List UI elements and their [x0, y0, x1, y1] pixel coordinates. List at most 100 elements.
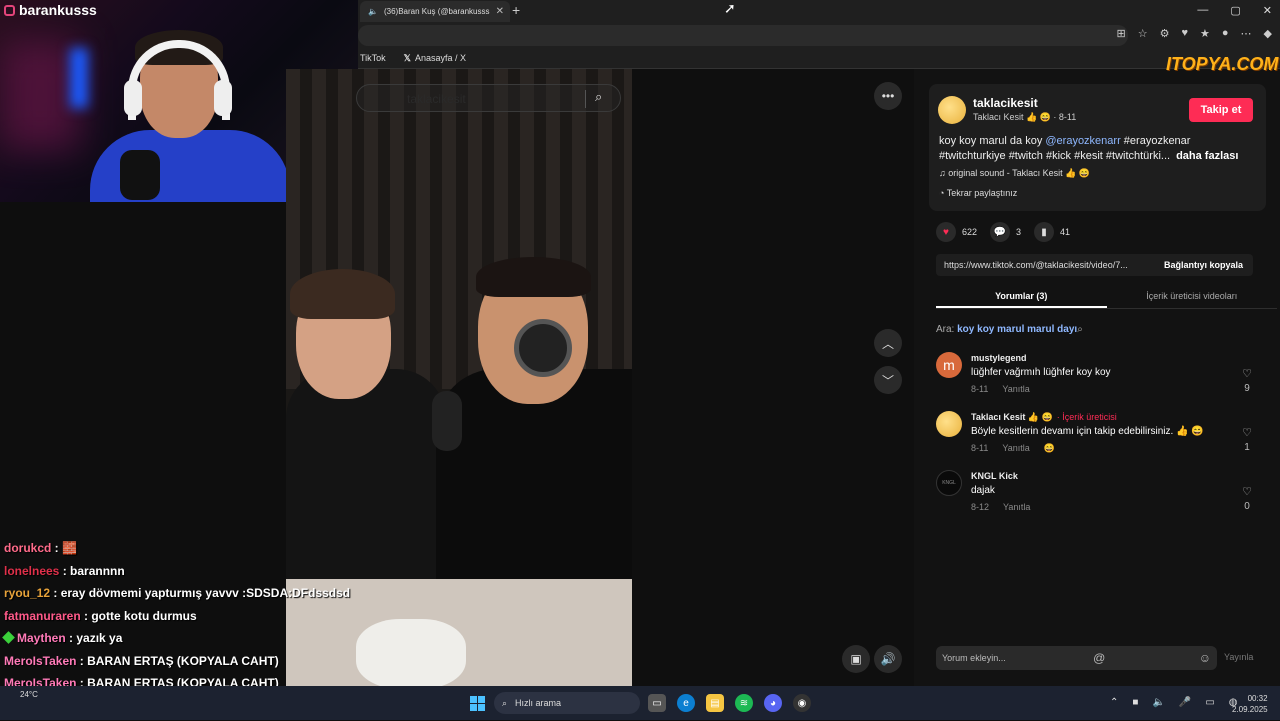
bookmark-x[interactable]: 𝕏Anasayfa / X — [404, 53, 466, 64]
edge-icon[interactable]: e — [677, 694, 695, 712]
streamer-name: barankusss — [4, 2, 97, 18]
comment-text: lüğhfer vağrmıh lüğhfer koy koy — [971, 367, 1111, 378]
next-video-button[interactable]: ﹀ — [874, 366, 902, 394]
reply-button[interactable]: Yanıtla — [1003, 502, 1030, 512]
reply-button[interactable]: Yanıtla — [1002, 443, 1029, 453]
commenter-name[interactable]: Taklacı Kesit 👍 😄· İçerik üreticisi — [971, 412, 1117, 423]
creator-liked-icon: 😄 — [1044, 443, 1055, 453]
related-search[interactable]: Ara: koy koy marul marul dayı⌕ — [936, 324, 1083, 335]
previous-video-button[interactable]: ︿ — [874, 329, 902, 357]
more-options-button[interactable]: ••• — [874, 82, 902, 110]
favorites-icon[interactable]: ★ — [1200, 27, 1210, 40]
sound-link[interactable]: ♫ original sound - Taklacı Kesit 👍 😄 — [939, 168, 1090, 179]
favorite-star-icon[interactable]: ☆ — [1138, 27, 1148, 40]
extensions-icon[interactable]: ⚙ — [1160, 27, 1170, 40]
spotify-icon[interactable]: ≋ — [735, 694, 753, 712]
nvidia-icon[interactable]: ■ — [1132, 697, 1138, 708]
tray-expand-icon[interactable]: ⌃ — [1110, 697, 1118, 708]
chat-username[interactable]: lonelnees — [4, 564, 59, 578]
comment-like-icon[interactable]: ♡ — [1240, 426, 1254, 439]
weather-widget[interactable]: 24°C — [20, 690, 38, 699]
chat-text: : yazık ya — [66, 631, 123, 645]
search-input[interactable]: taklacikesit — [407, 92, 466, 106]
reply-button[interactable]: Yanıtla — [1002, 384, 1029, 394]
chat-message: MeroIsTaken : BARAN ERTAŞ (KOPYALA CAHT) — [4, 654, 364, 677]
browser-tab[interactable]: 🔈 (36)Baran Kuş (@barankusss ✕ — [360, 1, 510, 22]
comment-button[interactable]: 💬3 — [990, 222, 1021, 242]
chat-badge-icon — [2, 631, 15, 644]
like-button[interactable]: ♥622 — [936, 222, 977, 242]
bookmarks-bar: TikTok 𝕏Anasayfa / X — [358, 48, 1280, 69]
copilot-icon[interactable]: ◆ — [1264, 27, 1272, 40]
browser-essentials-icon[interactable]: ♥ — [1181, 27, 1188, 40]
discord-icon[interactable]: ◕ — [764, 694, 782, 712]
save-button[interactable]: ▮41 — [1034, 222, 1070, 242]
windows-taskbar — [0, 686, 1280, 720]
commenter-avatar[interactable] — [936, 411, 962, 437]
minimize-button[interactable]: — — [1197, 4, 1208, 17]
comment-input[interactable]: Yorum ekleyin... @ ☺ — [936, 646, 1217, 670]
video-caption: koy koy marul da koy @erayozkenarr #eray… — [939, 134, 1259, 164]
commenter-name[interactable]: mustylegend — [971, 353, 1027, 363]
repost-icon: ◔ — [939, 188, 947, 198]
more-menu-icon[interactable]: ⋯ — [1241, 27, 1252, 40]
post-comment-button[interactable]: Yayınla — [1224, 652, 1253, 662]
obs-icon[interactable]: ◉ — [793, 694, 811, 712]
show-more-link[interactable]: daha fazlası — [1176, 150, 1238, 162]
chat-username[interactable]: dorukcd — [4, 541, 51, 555]
start-button[interactable] — [470, 696, 485, 711]
tab-comments[interactable]: Yorumlar (3) — [936, 285, 1107, 308]
display-icon[interactable]: ▭ — [1205, 697, 1214, 708]
comment-like-count: 0 — [1240, 501, 1254, 512]
file-explorer-icon[interactable]: ▤ — [706, 694, 724, 712]
chat-username[interactable]: MeroIsTaken — [4, 654, 76, 668]
commenter-avatar[interactable]: KNGL — [936, 470, 962, 496]
chat-username[interactable]: ryou_12 — [4, 586, 50, 600]
search-icon[interactable]: ⌕ — [595, 89, 602, 105]
chat-text: : eray dövmemi yapturmış yavvv :SDSDA:DF… — [50, 586, 350, 600]
task-view-icon[interactable]: ▭ — [648, 694, 666, 712]
emoji-icon[interactable]: ☺ — [1199, 651, 1211, 665]
picture-in-picture-button[interactable]: ▣ — [842, 645, 870, 673]
comment-meta: 8-11Yanıtla — [971, 384, 1030, 394]
chat-text: : BARAN ERTAŞ (KOPYALA CAHT) — [76, 654, 278, 668]
microphone — [120, 150, 160, 200]
taskbar-search[interactable]: ⌕ Hızlı arama — [494, 692, 640, 714]
itopya-watermark: ITOPYA.COM — [1166, 54, 1278, 75]
author-meta: Taklacı Kesit 👍 😄 · 8-11 — [973, 112, 1076, 123]
follow-button[interactable]: Takip et — [1189, 98, 1253, 122]
speaker-icon: 🔈 — [368, 7, 378, 16]
bookmark-tiktok[interactable]: TikTok — [360, 53, 386, 63]
copy-link-button[interactable]: Bağlantıyı kopyala — [1154, 260, 1253, 270]
split-view-icon[interactable]: ⊞ — [1117, 27, 1126, 40]
author-handle[interactable]: taklacikesit — [973, 96, 1038, 110]
search-bar[interactable]: taklacikesit ⌕ — [356, 84, 621, 112]
toolbar-icons: ⊞ ☆ ⚙ ♥ ★ ● ⋯ ◆ — [1117, 27, 1273, 40]
caption-mention[interactable]: @erayozkenarr — [1045, 135, 1120, 147]
speaker-icon[interactable]: 🔈 — [1152, 697, 1164, 708]
new-tab-button[interactable]: + — [512, 2, 520, 18]
author-avatar[interactable] — [938, 96, 966, 124]
comment-like-icon[interactable]: ♡ — [1240, 367, 1254, 380]
search-icon: ⌕ — [502, 698, 507, 709]
chat-message: fatmanuraren : gotte kotu durmus — [4, 609, 364, 632]
comment-like-icon[interactable]: ♡ — [1240, 485, 1254, 498]
chat-username[interactable]: Maythen — [17, 631, 66, 645]
tab-creator-videos[interactable]: İçerik üreticisi videoları — [1107, 285, 1278, 308]
microphone-icon[interactable]: 🎤 — [1179, 697, 1191, 708]
clock[interactable]: 00:32 2.09.2025 — [1232, 693, 1268, 715]
profile-icon[interactable]: ● — [1222, 27, 1229, 40]
chat-username[interactable]: fatmanuraren — [4, 609, 81, 623]
commenter-avatar[interactable]: m — [936, 352, 962, 378]
volume-button[interactable]: 🔊 — [874, 645, 902, 673]
commenter-name[interactable]: KNGL Kick — [971, 471, 1018, 481]
tab-close-icon[interactable]: ✕ — [496, 6, 504, 17]
comment-meta: 8-11Yanıtla😄 — [971, 443, 1055, 454]
window-controls: — ▢ ✕ — [1197, 4, 1272, 17]
address-field[interactable] — [358, 25, 1128, 46]
chat-message: dorukcd : 🧱 — [4, 541, 364, 564]
chat-message: lonelnees : barannnn — [4, 564, 364, 587]
mention-icon[interactable]: @ — [1093, 651, 1105, 665]
close-window-button[interactable]: ✕ — [1263, 4, 1272, 17]
maximize-button[interactable]: ▢ — [1230, 4, 1240, 17]
